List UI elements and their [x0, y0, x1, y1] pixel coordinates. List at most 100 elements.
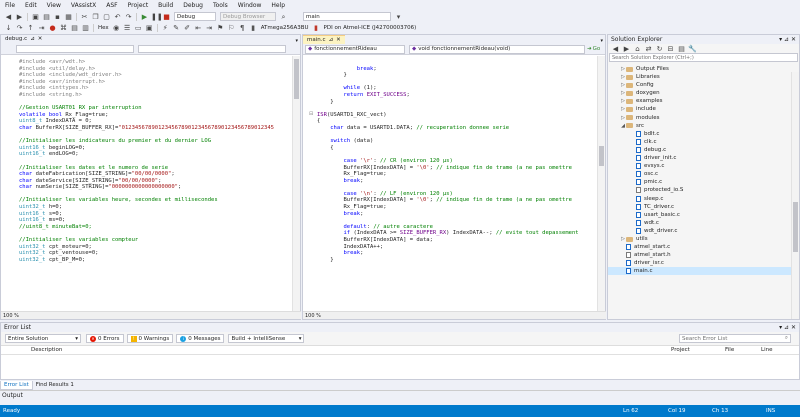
- tree-item[interactable]: bdlt.c: [608, 130, 799, 138]
- mid-scroll-thumb[interactable]: [599, 146, 604, 166]
- stop-icon[interactable]: ■: [162, 13, 171, 21]
- list-icon[interactable]: ☰: [123, 24, 132, 32]
- code-line[interactable]: BufferRX[IndexDATA] = data;: [317, 237, 597, 244]
- uncomment-icon[interactable]: ✐: [183, 24, 192, 32]
- pin-icon[interactable]: ⊿: [329, 36, 334, 45]
- disassembly-icon[interactable]: ⌘: [59, 24, 68, 32]
- close-icon[interactable]: ✕: [791, 36, 796, 43]
- back-icon[interactable]: ◀: [611, 45, 620, 53]
- mid-vertical-scrollbar[interactable]: [597, 56, 605, 312]
- home-icon[interactable]: ⌂: [633, 45, 642, 53]
- code-line[interactable]: //Initialiser les indicateurs du premier…: [19, 138, 293, 145]
- code-line[interactable]: #include <string.h>: [19, 92, 293, 99]
- menu-item-tools[interactable]: Tools: [208, 0, 233, 11]
- left-nav-member-select[interactable]: [138, 45, 286, 53]
- pin-icon[interactable]: ⊿: [784, 36, 789, 43]
- find-icon[interactable]: ⌕: [279, 13, 288, 21]
- bookmark-icon[interactable]: ⚑: [216, 24, 225, 32]
- close-icon[interactable]: ✕: [791, 324, 796, 331]
- warnings-toggle[interactable]: ! 0 Warnings: [126, 334, 174, 343]
- code-line[interactable]: [317, 79, 597, 86]
- column-description[interactable]: Description: [31, 347, 671, 353]
- tree-item[interactable]: atmel_start.h: [608, 251, 799, 259]
- code-line[interactable]: break;: [317, 66, 597, 73]
- left-vertical-scrollbar[interactable]: [292, 56, 300, 312]
- code-line[interactable]: [317, 217, 597, 224]
- nav-scope-select[interactable]: ◆ fonctionnementRideau: [305, 44, 405, 54]
- tree-item[interactable]: ▷ modules: [608, 114, 799, 122]
- forward-icon[interactable]: ▶: [622, 45, 631, 53]
- configuration-select[interactable]: Debug: [174, 12, 216, 21]
- copy-icon[interactable]: ❐: [91, 13, 100, 21]
- tree-item[interactable]: protected_io.S: [608, 186, 799, 194]
- code-line[interactable]: }: [317, 99, 597, 106]
- code-line[interactable]: uint16_t ms=0;: [19, 217, 293, 224]
- left-zoom-level[interactable]: 100 %: [3, 313, 19, 319]
- code-line[interactable]: {: [317, 145, 597, 152]
- tree-item[interactable]: ▷ include: [608, 105, 799, 113]
- close-icon[interactable]: ✕: [38, 35, 43, 44]
- code-line[interactable]: //Gestion USART01 RX par interruption: [19, 105, 293, 112]
- find-combo[interactable]: main: [303, 12, 391, 21]
- code-line[interactable]: #include <inttypes.h>: [19, 85, 293, 92]
- pause-icon[interactable]: ❚❚: [151, 13, 163, 21]
- tree-item[interactable]: ▷ examples: [608, 97, 799, 105]
- tab-main-c[interactable]: main.c ⊿ ✕: [303, 35, 345, 44]
- code-line[interactable]: [317, 59, 597, 66]
- tree-item[interactable]: TC_driver.c: [608, 203, 799, 211]
- left-scroll-thumb[interactable]: [294, 59, 299, 99]
- menu-item-help[interactable]: Help: [266, 0, 290, 11]
- run-to-cursor-icon[interactable]: ⇥: [37, 24, 46, 32]
- code-line[interactable]: char dateFabrication[SIZE_STRING]="00/00…: [19, 171, 293, 178]
- code-line[interactable]: //uint8_t minuteBat=0;: [19, 224, 293, 231]
- refresh-icon[interactable]: ↻: [655, 45, 664, 53]
- pin-icon[interactable]: ⊿: [784, 324, 789, 331]
- collapse-all-icon[interactable]: ⊟: [666, 45, 675, 53]
- code-line[interactable]: uint8_t IndexDATA = 0;: [19, 118, 293, 125]
- mid-zoom-level[interactable]: 100 %: [305, 313, 321, 319]
- code-line[interactable]: IndexDATA++;: [317, 244, 597, 251]
- code-line[interactable]: uint32_t h=0;: [19, 204, 293, 211]
- menu-item-project[interactable]: Project: [123, 0, 154, 11]
- code-line[interactable]: uint16_t endLOG=0;: [19, 151, 293, 158]
- step-out-icon[interactable]: ↑: [26, 24, 35, 32]
- code-line[interactable]: case '\r': // CR (environ 120 µs): [317, 158, 597, 165]
- code-line[interactable]: switch (data): [317, 138, 597, 145]
- code-line[interactable]: [317, 151, 597, 158]
- code-line[interactable]: ISR(USARTD1_RXC_vect): [317, 112, 597, 119]
- solution-explorer-scroll-thumb[interactable]: [793, 202, 798, 252]
- dropdown-icon[interactable]: ▾: [779, 324, 782, 331]
- column-project[interactable]: Project: [671, 347, 725, 353]
- tree-item[interactable]: ▷ utils: [608, 235, 799, 243]
- column-file[interactable]: File: [725, 347, 761, 353]
- new-project-icon[interactable]: ▣: [31, 13, 40, 21]
- step-over-icon[interactable]: ↷: [15, 24, 24, 32]
- code-line[interactable]: while (1);: [317, 85, 597, 92]
- code-line[interactable]: Rx_Flag=true;: [317, 204, 597, 211]
- tree-item[interactable]: ◢ src: [608, 122, 799, 130]
- cut-icon[interactable]: ✂: [80, 13, 89, 21]
- code-line[interactable]: volatile bool Rx_Flag=true;: [19, 112, 293, 119]
- sync-icon[interactable]: ⇄: [644, 45, 653, 53]
- code-line[interactable]: uint16_t beginLOG=0;: [19, 145, 293, 152]
- code-line[interactable]: [317, 132, 597, 139]
- tree-item[interactable]: driver_init.c: [608, 154, 799, 162]
- code-line[interactable]: //Initialiser les dates et le numero de …: [19, 165, 293, 172]
- code-line[interactable]: if (IndexDATA >= SIZE_BUFFER_RX) IndexDA…: [317, 230, 597, 237]
- start-debug-icon[interactable]: ▶: [140, 13, 149, 21]
- menu-item-asf[interactable]: ASF: [101, 0, 122, 11]
- tool-icon[interactable]: ▮: [312, 24, 321, 32]
- code-line[interactable]: //Initialiser les variables compteur: [19, 237, 293, 244]
- code-line[interactable]: char numSerie[SIZE_STRING]="000000000000…: [19, 184, 293, 191]
- menu-item-view[interactable]: View: [42, 0, 66, 11]
- menu-item-edit[interactable]: Edit: [20, 0, 42, 11]
- tree-item[interactable]: atmel_start.c: [608, 243, 799, 251]
- errors-toggle[interactable]: ✕ 0 Errors: [86, 334, 124, 343]
- tree-item[interactable]: ▷ Config: [608, 81, 799, 89]
- solution-explorer-scrollbar[interactable]: [791, 72, 799, 319]
- code-line[interactable]: char BufferRX[SIZE_BUFFER_RX]="012345678…: [19, 125, 293, 132]
- device-programming-icon[interactable]: ⚡: [161, 24, 170, 32]
- code-line[interactable]: break;: [317, 178, 597, 185]
- code-line[interactable]: [19, 99, 293, 106]
- paste-icon[interactable]: ▢: [102, 13, 111, 21]
